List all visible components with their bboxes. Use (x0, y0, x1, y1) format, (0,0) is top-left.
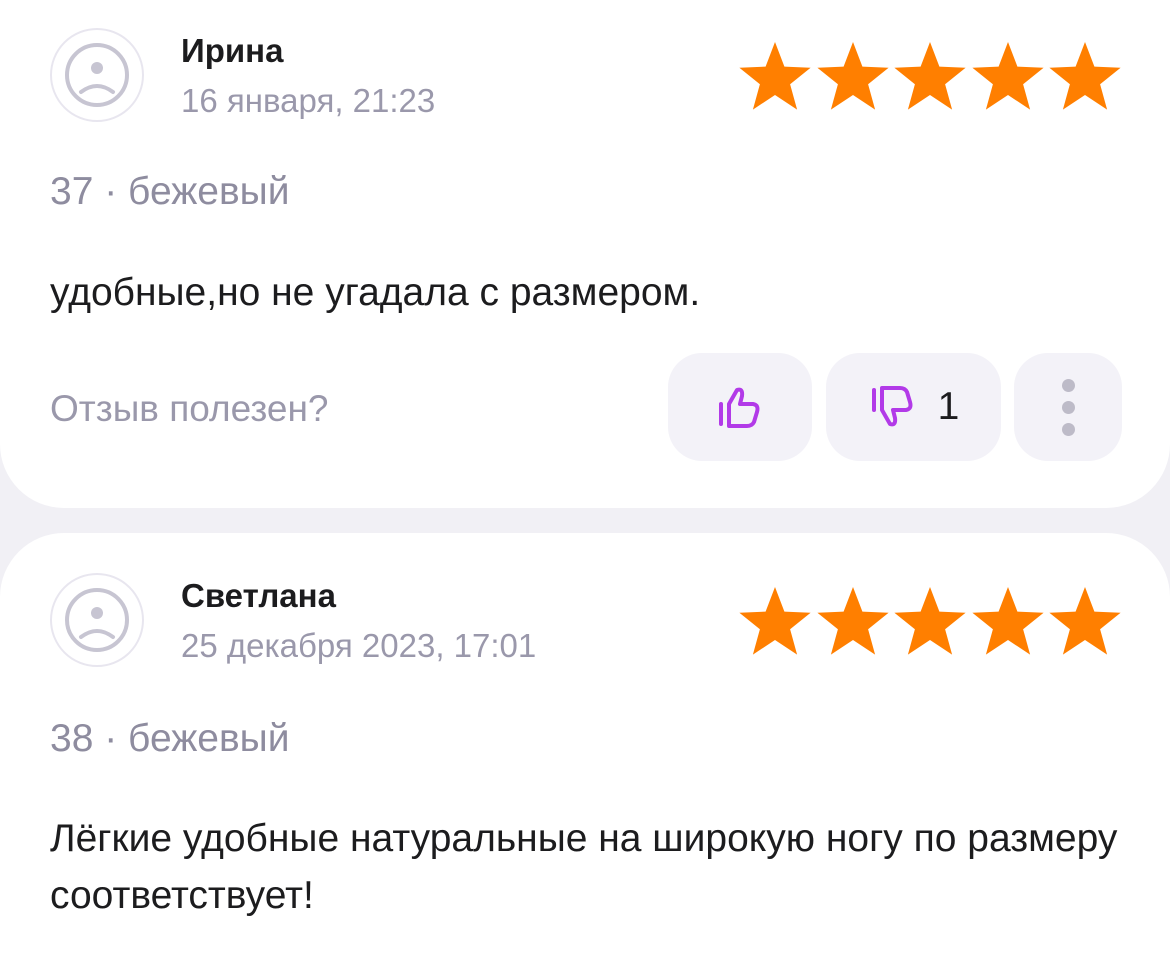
star-icon (816, 587, 889, 655)
thumbs-down-icon (871, 386, 913, 427)
star-icon (1049, 42, 1121, 110)
sad-face-icon (65, 588, 129, 652)
vertical-dots-icon (1061, 378, 1075, 436)
more-options-button[interactable] (1014, 353, 1122, 461)
star-icon (971, 587, 1044, 655)
avatar (50, 28, 144, 122)
like-button[interactable] (668, 353, 812, 461)
star-icon (739, 42, 811, 110)
star-icon (1049, 587, 1121, 655)
review-text: удобные,но не угадала с размером. (50, 271, 701, 314)
avatar (50, 573, 144, 667)
product-variant: 37 · бежевый (50, 170, 290, 213)
author-name: Светлана (181, 577, 336, 614)
review-date: 16 января, 21:23 (181, 82, 436, 119)
review-card: Светлана 25 декабря 2023, 17:01 38 · беж… (0, 533, 1170, 953)
star-icon (971, 42, 1044, 110)
dislike-button[interactable]: 1 (826, 353, 1001, 461)
rating-stars (738, 40, 1122, 110)
star-icon (894, 42, 966, 110)
thumbs-up-icon (719, 387, 760, 428)
product-variant: 38 · бежевый (50, 717, 290, 760)
star-icon (739, 587, 811, 655)
review-text: Лёгкие удобные натуральные на широкую но… (50, 817, 1118, 917)
star-icon (894, 587, 966, 655)
rating-stars (738, 585, 1122, 655)
review-card: Ирина 16 января, 21:23 37 · бежевый удоб… (0, 0, 1170, 508)
helpful-question: Отзыв полезен? (50, 388, 329, 429)
review-date: 25 декабря 2023, 17:01 (181, 627, 537, 664)
dislike-count: 1 (937, 385, 960, 428)
star-icon (816, 42, 889, 110)
sad-face-icon (65, 43, 129, 107)
author-name: Ирина (181, 32, 284, 69)
